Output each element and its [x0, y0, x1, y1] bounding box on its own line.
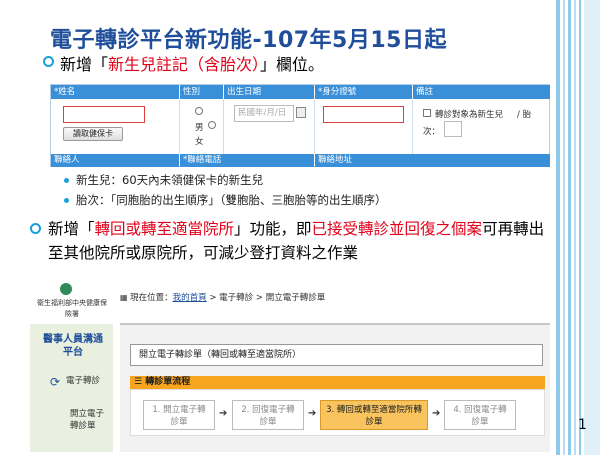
sub-bullet-dot [64, 178, 69, 183]
breadcrumb-home-link[interactable]: 我的首頁 [173, 293, 207, 303]
decor-stripe [563, 0, 565, 455]
name-input[interactable] [63, 106, 145, 123]
arrow-right-icon: ➔ [432, 408, 441, 419]
arrow-right-icon: ➔ [219, 408, 228, 419]
header-gender: 性別 [180, 85, 223, 99]
parity-label: / 胎 [517, 110, 532, 120]
flow-step-4: 4. 回復電子轉診單 [444, 400, 516, 430]
list-icon: ☰ [134, 377, 146, 387]
column-divider [314, 99, 315, 154]
decor-stripe [574, 0, 576, 455]
header-name: *姓名 [51, 85, 179, 99]
read-card-button[interactable]: 讀取健保卡 [63, 127, 123, 141]
footer-address: 聯絡地址 [315, 154, 550, 167]
header-birthdate: 出生日期 [224, 85, 314, 99]
nhi-logo-icon [60, 283, 72, 295]
newborn-checkbox[interactable] [423, 109, 431, 117]
page-number: 1 [578, 417, 587, 433]
column-divider [412, 99, 413, 154]
arrow-right-icon: ➔ [308, 408, 317, 419]
parity-label-2: 次： [423, 127, 441, 137]
flow-step-3: 3. 轉回或轉至適當院所轉診單 [320, 400, 428, 430]
gender-male-radio[interactable] [195, 107, 203, 115]
parity-input[interactable] [444, 121, 462, 137]
breadcrumb: ▦ 現在位置：我的首頁 > 電子轉診 > 開立電子轉診單 [120, 293, 326, 303]
portal-title: 醫事人員溝通平台 [43, 334, 103, 358]
patient-form: *姓名 性別 出生日期 *身分證號 備註 讀取健保卡 男 女 民國年/月/日 轉… [50, 84, 550, 167]
grid-icon: ▦ [120, 293, 131, 302]
sub-bullet-parity: 胎次：「同胞胎的出生順序」（雙胞胎、三胞胎等的出生順序） [76, 193, 387, 207]
calendar-icon[interactable] [296, 107, 306, 118]
refresh-icon: ⟳ [50, 375, 61, 389]
flow-title-bar: ☰ 轉診單流程 [130, 376, 545, 389]
bullet-referral-return: 新增「轉回或轉至適當院所」功能，即已接受轉診並回復之個案可再轉出至其他院所或原院… [48, 220, 545, 262]
nav-section-referral[interactable]: 電子轉診 [66, 375, 106, 387]
org-name: 衛生福利部中央健康保險署 [37, 299, 107, 318]
panel-title: 開立電子轉診單（轉回或轉至適當院所） [130, 344, 543, 366]
decor-stripe [584, 0, 600, 455]
sub-bullet-dot [64, 198, 69, 203]
gender-female-radio[interactable] [208, 121, 216, 129]
decor-stripe [579, 0, 581, 455]
flow-step-2: 2. 回復電子轉診單 [232, 400, 304, 430]
bullet-ring-icon [30, 223, 41, 234]
id-number-input[interactable] [323, 106, 404, 123]
bullet-newborn-field: 新增「新生兒註記（含胎次）」欄位。 [60, 55, 325, 74]
bullet-ring-icon [43, 56, 54, 67]
slide: 電子轉診平台新功能-107年5月15日起 新增「新生兒註記（含胎次）」欄位。 *… [0, 0, 600, 455]
slide-title: 電子轉診平台新功能-107年5月15日起 [50, 28, 447, 53]
newborn-checkbox-label: 轉診對象為新生兒 [435, 110, 504, 120]
birthdate-input[interactable]: 民國年/月/日 [234, 105, 294, 122]
header-id-number: *身分證號 [315, 85, 412, 99]
column-divider [223, 99, 224, 154]
footer-phone: *聯絡電話 [180, 154, 314, 167]
column-divider [179, 99, 180, 154]
sub-bullet-newborn: 新生兒：60天內未領健保卡的新生兒 [76, 173, 264, 187]
header-remarks: 備註 [413, 85, 550, 99]
gender-male-label: 男 [195, 123, 204, 133]
gender-female-label: 女 [195, 137, 204, 147]
nav-item-create-referral[interactable]: 開立電子轉診單 [70, 408, 106, 432]
embedded-screenshot: 衛生福利部中央健康保險署 醫事人員溝通平台 ⟳ 電子轉診 開立電子轉診單 ▦ 現… [30, 282, 550, 452]
decor-stripe [556, 0, 560, 455]
flow-step-1: 1. 開立電子轉診單 [143, 400, 215, 430]
decor-stripe [568, 0, 571, 455]
footer-contact: 聯絡人 [51, 154, 179, 167]
